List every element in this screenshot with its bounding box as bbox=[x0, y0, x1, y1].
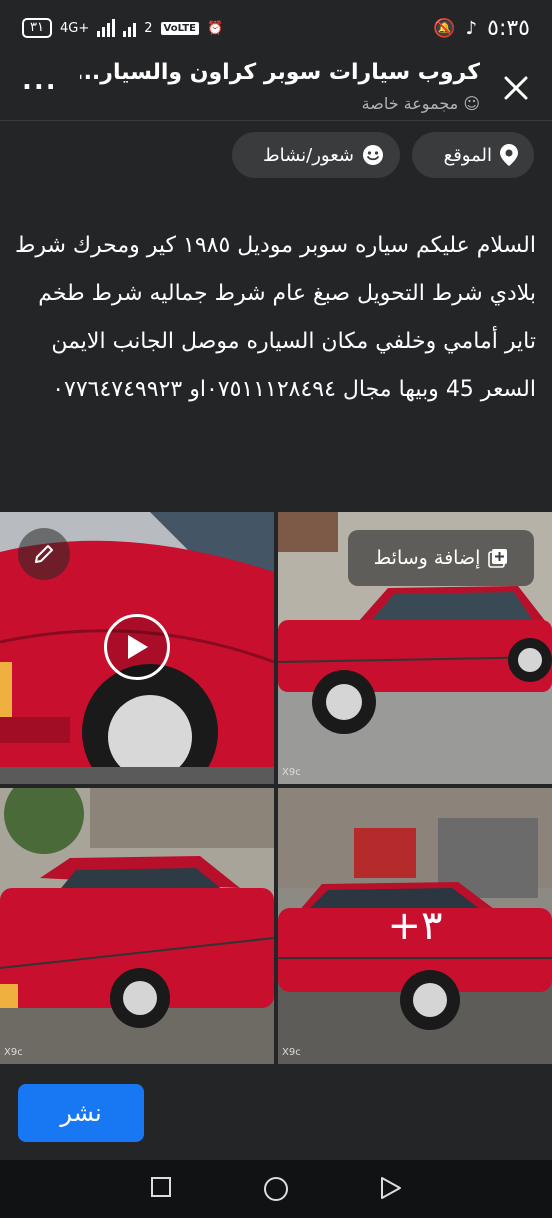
post-button[interactable]: نشر bbox=[18, 1084, 144, 1142]
location-chip[interactable]: الموقع bbox=[412, 132, 534, 178]
tiktok-icon: ♪ bbox=[465, 18, 478, 39]
group-title: كروب سيارات سوبر كراون والسيار... bbox=[80, 60, 480, 85]
media-photo[interactable]: +٣ X9c bbox=[278, 788, 552, 1064]
mute-icon: 🔕 bbox=[433, 18, 456, 39]
system-nav-bar bbox=[0, 1160, 552, 1218]
signal-icon bbox=[97, 19, 116, 37]
group-privacy-label: مجموعة خاصة bbox=[361, 94, 459, 113]
media-grid: إضافة وسائط X9c X9c +٣ X9c bbox=[0, 512, 552, 1064]
back-icon[interactable] bbox=[380, 1176, 402, 1200]
battery-indicator: ٣١ bbox=[22, 18, 52, 38]
car-rear-image bbox=[0, 788, 274, 1064]
signal-2-icon bbox=[123, 19, 137, 37]
add-media-button[interactable]: إضافة وسائط bbox=[348, 530, 534, 586]
recents-icon[interactable] bbox=[150, 1176, 172, 1198]
feeling-chip[interactable]: شعور/نشاط bbox=[232, 132, 400, 178]
clock-time: ٥:٣٥ bbox=[487, 16, 530, 41]
more-icon[interactable]: ... bbox=[22, 66, 58, 96]
pencil-icon bbox=[35, 545, 53, 563]
privacy-icon: ☺ bbox=[463, 94, 480, 113]
status-bar: ٣١ 4G+ 2 VoLTE ⏰ 🔕 ♪ ٥:٣٥ bbox=[0, 0, 552, 60]
add-media-label: إضافة وسائط bbox=[373, 547, 481, 569]
alarm-icon: ⏰ bbox=[206, 20, 224, 36]
status-left: ٣١ 4G+ 2 VoLTE ⏰ bbox=[22, 18, 223, 38]
volte-badge: VoLTE bbox=[160, 21, 199, 35]
smiley-icon bbox=[363, 145, 383, 165]
watermark: X9c bbox=[282, 767, 301, 778]
watermark: X9c bbox=[282, 1047, 301, 1058]
location-label: الموقع bbox=[443, 144, 492, 166]
play-button[interactable] bbox=[104, 614, 170, 680]
media-photo[interactable]: إضافة وسائط X9c bbox=[278, 512, 552, 784]
more-media-count: +٣ bbox=[387, 903, 443, 949]
add-media-icon bbox=[488, 549, 508, 568]
status-right: 🔕 ♪ ٥:٣٥ bbox=[433, 16, 530, 41]
composer-header: ... كروب سيارات سوبر كراون والسيار... ☺ … bbox=[0, 60, 552, 121]
close-icon[interactable] bbox=[500, 72, 532, 104]
location-pin-icon bbox=[500, 144, 518, 166]
media-photo[interactable]: X9c bbox=[0, 788, 274, 1064]
sim2-label: 2 bbox=[144, 20, 153, 36]
media-video[interactable] bbox=[0, 512, 274, 784]
home-icon[interactable] bbox=[263, 1176, 289, 1202]
feeling-label: شعور/نشاط bbox=[262, 144, 354, 166]
watermark: X9c bbox=[4, 1047, 23, 1058]
post-text[interactable]: السلام عليكم سياره سوبر موديل ١٩٨٥ كير و… bbox=[14, 222, 536, 414]
network-label: 4G+ bbox=[59, 20, 90, 36]
play-icon bbox=[128, 635, 148, 659]
more-media-overlay[interactable]: +٣ bbox=[278, 788, 552, 1064]
edit-media-button[interactable] bbox=[18, 528, 70, 580]
group-privacy: ☺ مجموعة خاصة bbox=[362, 94, 480, 113]
